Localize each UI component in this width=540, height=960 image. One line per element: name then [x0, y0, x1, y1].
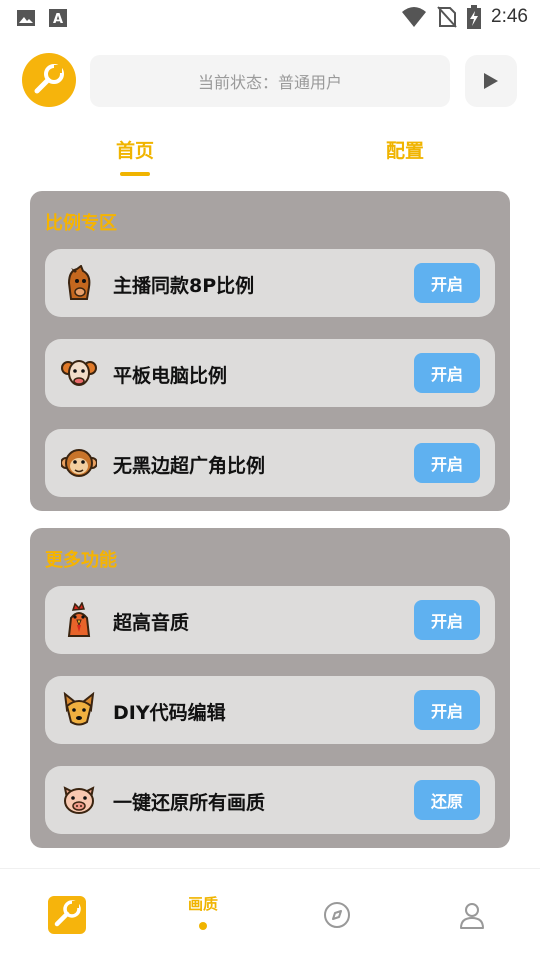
- pig-icon: [63, 786, 95, 814]
- restore-button[interactable]: 还原: [414, 780, 480, 820]
- wifi-icon: [402, 7, 427, 27]
- no-sim-icon: [437, 6, 457, 28]
- item-label: 平板电脑比例: [113, 365, 228, 387]
- list-item: 一键还原所有画质 还原: [45, 766, 495, 834]
- nav-active-dot: [199, 921, 207, 930]
- list-item: DIY代码编辑 开启: [45, 676, 495, 744]
- app-logo[interactable]: [22, 53, 76, 107]
- item-label: DIY代码编辑: [113, 702, 226, 724]
- tab-config[interactable]: 配置: [386, 136, 424, 163]
- list-item: 超高音质 开启: [45, 586, 495, 654]
- font-icon: A: [49, 9, 67, 27]
- rooster-icon: [67, 602, 91, 637]
- tab-active-indicator: [120, 172, 150, 176]
- bottom-nav: 画质: [0, 868, 540, 960]
- tab-home[interactable]: 首页: [116, 136, 154, 163]
- user-status-text: 当前状态：普通用户: [197, 73, 342, 92]
- enable-button[interactable]: 开启: [414, 600, 480, 640]
- svg-text:A: A: [53, 12, 63, 27]
- play-button[interactable]: [465, 55, 517, 107]
- list-item: 主播同款8P比例 开启: [45, 249, 495, 317]
- item-label: 无黑边超广角比例: [113, 455, 266, 477]
- monkey-icon: [61, 449, 97, 477]
- wrench-icon: [34, 64, 64, 94]
- enable-button[interactable]: 开启: [414, 443, 480, 483]
- list-item: 平板电脑比例 开启: [45, 339, 495, 407]
- enable-button[interactable]: 开启: [414, 353, 480, 393]
- horse-icon: [67, 265, 91, 300]
- item-label: 主播同款8P比例: [113, 275, 255, 297]
- nav-profile[interactable]: [422, 869, 522, 960]
- user-icon: [460, 903, 484, 929]
- section-more-features: 更多功能 超高音质 开启 DIY代码编辑 开启 一键还原所有画质 还原: [30, 528, 510, 848]
- user-status-display: 当前状态：普通用户: [90, 55, 450, 107]
- nav-tools[interactable]: [17, 869, 117, 960]
- gallery-icon: [17, 10, 35, 26]
- item-label: 一键还原所有画质: [113, 792, 266, 814]
- item-label: 超高音质: [113, 612, 190, 634]
- section-ratio: 比例专区 主播同款8P比例 开启 平板电脑比例 开启 无黑边超广角比例 开启: [30, 191, 510, 511]
- wrench-app-icon: [48, 896, 86, 934]
- battery-icon: [467, 5, 482, 29]
- clock: 2:46: [491, 6, 528, 27]
- enable-button[interactable]: 开启: [414, 263, 480, 303]
- section-title: 比例专区: [45, 213, 117, 234]
- ram-icon: [61, 360, 97, 386]
- nav-quality-label: 画质: [187, 894, 218, 913]
- status-bar: A 2:46: [0, 0, 540, 36]
- enable-button[interactable]: 开启: [414, 690, 480, 730]
- list-item: 无黑边超广角比例 开启: [45, 429, 495, 497]
- nav-quality[interactable]: 画质: [153, 869, 253, 960]
- nav-discover[interactable]: [287, 869, 387, 960]
- compass-icon: [324, 902, 350, 928]
- play-icon: [484, 73, 498, 89]
- section-title: 更多功能: [45, 550, 117, 571]
- dog-icon: [63, 692, 95, 726]
